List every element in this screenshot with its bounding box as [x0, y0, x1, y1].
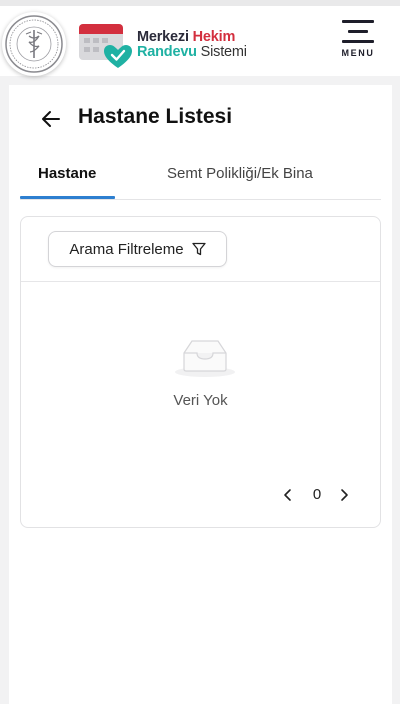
arrow-left-icon — [42, 111, 60, 127]
tab-hastane[interactable]: Hastane — [38, 165, 96, 182]
filter-button[interactable]: Arama Filtreleme — [48, 231, 227, 267]
brand-word-sistemi: Sistemi — [196, 44, 247, 60]
previous-page-button[interactable] — [279, 485, 297, 505]
chevron-right-icon — [341, 489, 348, 501]
empty-inbox-icon — [173, 331, 237, 379]
ministry-seal-icon[interactable] — [2, 12, 66, 76]
brand-word-merkezi: Merkezi — [137, 29, 193, 45]
chevron-left-icon — [284, 489, 291, 501]
brand-name: Merkezi Hekim Randevu Sistemi — [137, 30, 247, 60]
mhrs-logo-icon[interactable] — [78, 20, 132, 70]
main-panel: Hastane Listesi Hastane Semt Polikliği/E… — [9, 85, 392, 704]
current-page-number: 0 — [312, 486, 322, 503]
pagination: 0 — [277, 483, 357, 507]
active-tab-indicator — [20, 196, 115, 199]
tab-semt-poliklinigi[interactable]: Semt Polikliği/Ek Bina — [167, 165, 313, 182]
menu-label: MENU — [341, 48, 375, 58]
menu-button[interactable]: MENU — [334, 18, 382, 64]
filter-button-label: Arama Filtreleme — [69, 240, 184, 258]
top-bar: Merkezi Hekim Randevu Sistemi MENU — [0, 0, 400, 76]
brand-word-randevu: Randevu — [137, 44, 197, 60]
filter-icon — [191, 242, 206, 256]
page-title: Hastane Listesi — [78, 105, 233, 128]
brand-word-hekim: Hekim — [192, 29, 236, 45]
next-page-button[interactable] — [335, 485, 353, 505]
empty-state-text: Veri Yok — [173, 392, 228, 409]
tab-bar: Hastane Semt Polikliği/Ek Bina — [20, 160, 381, 200]
hospital-list-card: Arama Filtreleme Veri Yok 0 — [20, 216, 381, 528]
back-button[interactable] — [39, 107, 63, 131]
card-divider — [21, 281, 380, 282]
